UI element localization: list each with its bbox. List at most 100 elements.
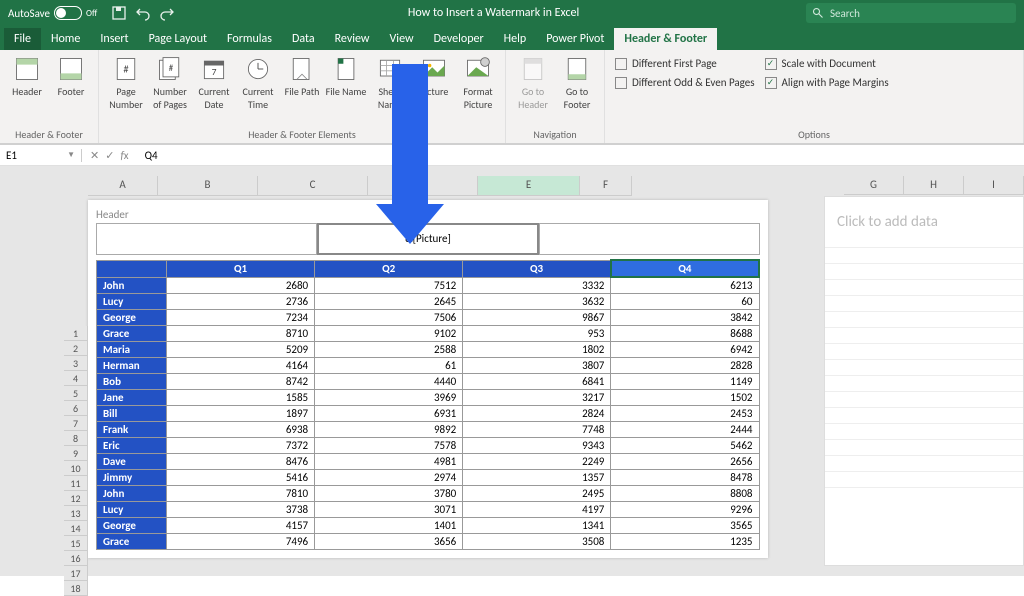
group-elements: #Page Number #Number of Pages 7Current D… [99,50,506,143]
tab-page-layout[interactable]: Page Layout [139,28,217,50]
table-row[interactable]: Jane1585396932171502 [97,390,760,406]
row-header[interactable]: 13 [64,506,88,521]
name-box[interactable]: E1▼ [0,149,82,162]
row-header[interactable]: 16 [64,551,88,566]
table-row[interactable]: Eric7372757893435462 [97,438,760,454]
col-header-selected[interactable]: E [478,176,580,196]
table-row[interactable]: Grace871091029538688 [97,326,760,342]
col-header[interactable]: G [844,176,904,195]
tab-view[interactable]: View [380,28,424,50]
table-row[interactable]: Lucy3738307141979296 [97,502,760,518]
row-header[interactable]: 14 [64,521,88,536]
row-header[interactable]: 15 [64,536,88,551]
row-header[interactable]: 12 [64,491,88,506]
window-title: How to Insert a Watermark in Excel [181,6,806,20]
row-header[interactable]: 4 [64,371,88,386]
page-number-button[interactable]: #Page Number [105,52,147,114]
file-path-button[interactable]: File Path [281,52,323,101]
table-row[interactable]: Lucy27362645363260 [97,294,760,310]
header-button[interactable]: Header [6,52,48,101]
table-header[interactable]: Q1 [167,260,315,277]
row-header[interactable]: 3 [64,356,88,371]
save-icon[interactable] [111,5,127,21]
tab-formulas[interactable]: Formulas [217,28,282,50]
tab-header-footer[interactable]: Header & Footer [614,28,717,50]
table-row[interactable]: Bill1897693128242453 [97,406,760,422]
col-header[interactable]: F [580,176,632,196]
opt-scale-doc[interactable]: ✓Scale with Document [761,56,893,71]
tab-review[interactable]: Review [325,28,380,50]
row-header[interactable]: 5 [64,386,88,401]
opt-different-odd-even[interactable]: Different Odd & Even Pages [611,75,759,90]
header-left[interactable] [96,223,317,255]
table-row[interactable]: Frank6938989277482444 [97,422,760,438]
search-box[interactable]: Search [806,3,1016,23]
num-pages-button[interactable]: #Number of Pages [149,52,191,114]
tab-help[interactable]: Help [494,28,537,50]
tab-insert[interactable]: Insert [90,28,138,50]
row-header[interactable]: 9 [64,446,88,461]
current-date-button[interactable]: 7Current Date [193,52,235,114]
goto-footer-button[interactable]: Go to Footer [556,52,598,114]
group-navigation: Go to Header Go to Footer Navigation [506,50,605,143]
table-header[interactable]: Q4 [611,260,759,277]
ribbon: Header Footer Header & Footer #Page Numb… [0,50,1024,144]
format-picture-button[interactable]: Format Picture [457,52,499,114]
tab-developer[interactable]: Developer [424,28,494,50]
table-row[interactable]: Herman41646138072828 [97,358,760,374]
row-header[interactable]: 7 [64,416,88,431]
row-header[interactable]: 6 [64,401,88,416]
formula-bar[interactable]: Q4 [137,149,166,162]
table-row[interactable]: George7234750698673842 [97,310,760,326]
chevron-down-icon: ▼ [67,150,75,160]
table-row[interactable]: Maria5209258818026942 [97,342,760,358]
opt-different-first[interactable]: Different First Page [611,56,759,71]
table-header[interactable]: Q2 [315,260,463,277]
row-header[interactable]: 10 [64,461,88,476]
file-name-button[interactable]: File Name [325,52,367,101]
table-header[interactable] [97,260,167,277]
tab-home[interactable]: Home [41,28,90,50]
header-icon [13,55,41,83]
data-table[interactable]: Q1Q2Q3Q4John2680751233326213Lucy27362645… [96,259,760,550]
autosave-toggle[interactable]: AutoSave Off [0,6,105,20]
enter-icon[interactable]: ✓ [105,149,114,162]
tab-power-pivot[interactable]: Power Pivot [536,28,614,50]
col-header[interactable]: A [88,176,158,196]
current-time-button[interactable]: Current Time [237,52,279,114]
row-header[interactable]: 11 [64,476,88,491]
table-row[interactable]: John7810378024958808 [97,486,760,502]
row-header[interactable]: 8 [64,431,88,446]
header-right[interactable] [539,223,760,255]
redo-icon[interactable] [159,5,175,21]
right-data-pane[interactable]: Click to add data [824,196,1024,566]
footer-icon [57,55,85,83]
table-row[interactable]: Grace7496365635081235 [97,534,760,550]
table-row[interactable]: John2680751233326213 [97,277,760,294]
tab-data[interactable]: Data [282,28,325,50]
autosave-state: Off [86,8,97,19]
row-header[interactable]: 1 [64,326,88,341]
group-header-footer: Header Footer Header & Footer [0,50,99,143]
row-header[interactable]: 17 [64,566,88,581]
undo-icon[interactable] [135,5,151,21]
checkbox-checked-icon: ✓ [765,58,777,70]
col-header[interactable]: C [258,176,368,196]
tab-file[interactable]: File [4,28,41,50]
cancel-icon[interactable]: ✕ [90,149,99,162]
table-row[interactable]: Dave8476498122492656 [97,454,760,470]
row-header[interactable]: 18 [64,581,88,596]
fx-icon[interactable]: fx [120,149,128,162]
column-headers: A B C D E F [88,176,632,196]
col-header[interactable]: B [158,176,258,196]
col-header[interactable]: H [904,176,964,195]
col-header[interactable]: I [964,176,1024,195]
opt-align-margins[interactable]: ✓Align with Page Margins [761,75,893,90]
footer-button[interactable]: Footer [50,52,92,101]
table-row[interactable]: Bob8742444068411149 [97,374,760,390]
table-header[interactable]: Q3 [463,260,611,277]
row-header[interactable]: 2 [64,341,88,356]
table-row[interactable]: George4157140113413565 [97,518,760,534]
workspace: A B C D E F G H I Header &[Picture] Q1Q2… [0,166,1024,576]
table-row[interactable]: Jimmy5416297413578478 [97,470,760,486]
